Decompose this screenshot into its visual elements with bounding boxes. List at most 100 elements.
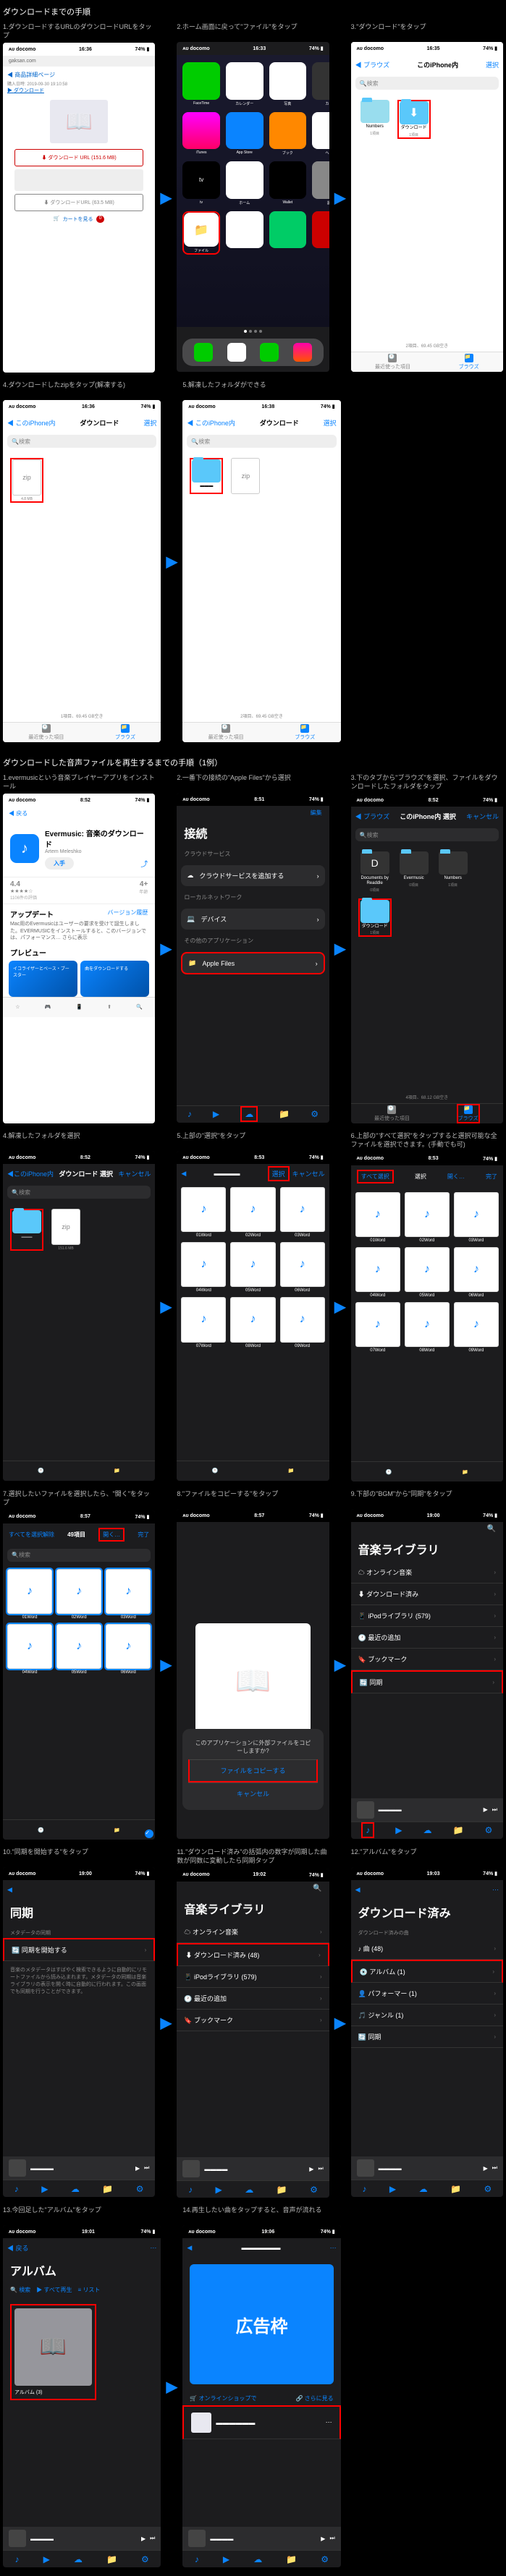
nav-back[interactable]: ◀このiPhone内 xyxy=(7,1169,54,1178)
online-shop[interactable]: 🛒 オンラインショップで xyxy=(190,2394,256,2402)
search-input[interactable]: 🔍 検索 xyxy=(355,828,499,841)
app-tv[interactable]: tvtv xyxy=(182,161,220,205)
folder-downloads[interactable]: ⬇ダウンロード1項目 xyxy=(397,100,431,139)
file-item[interactable]: ♪05Word xyxy=(405,1247,450,1298)
search-input[interactable]: 🔍 検索 xyxy=(355,77,499,90)
search-input[interactable]: 🔍 検索 xyxy=(7,435,156,448)
tb-connect[interactable]: ☁ xyxy=(240,1106,258,1122)
tab-recent[interactable]: 🕐最近使った項目 xyxy=(374,1105,410,1122)
nav-back[interactable]: ◀ xyxy=(7,1886,12,1894)
download-button-2[interactable]: ⬇ ダウンロードURL (63.5 MB) xyxy=(14,194,143,211)
tab[interactable]: ☁ xyxy=(74,2554,83,2564)
cart-link[interactable]: 🛒 カートを見る 0 xyxy=(7,216,151,223)
search-input[interactable]: 🔍 検索 xyxy=(187,435,336,448)
tab[interactable]: ⚙ xyxy=(136,2184,144,2194)
devices-item[interactable]: 💻デバイス› xyxy=(181,909,324,930)
more-icon[interactable]: ⋯ xyxy=(150,2244,156,2252)
tab-browse[interactable]: 📁 xyxy=(114,1827,120,1833)
app-generic[interactable] xyxy=(226,211,263,249)
nav-select[interactable]: 選択 xyxy=(268,1166,290,1181)
copy-button[interactable]: ファイルをコピーする xyxy=(188,1759,317,1782)
sync-item[interactable]: 🔄 同期› xyxy=(351,1670,503,1693)
nav-select[interactable]: 選択 xyxy=(324,418,337,428)
open-button[interactable]: 開く… xyxy=(447,1173,465,1181)
extracted-folder[interactable]: ▬▬▬ xyxy=(190,458,223,494)
done-button[interactable]: 完了 xyxy=(486,1173,497,1181)
tab[interactable]: ♪ xyxy=(362,2184,366,2194)
nav-back[interactable]: ◀ xyxy=(355,1886,360,1894)
folder-numbers[interactable]: Numbers1項目 xyxy=(437,851,470,892)
nav-back[interactable]: ◀ 戻る xyxy=(3,807,155,820)
tab[interactable]: 📁 xyxy=(106,2554,117,2564)
app-settings[interactable]: 設定 xyxy=(312,161,329,205)
app-calendar[interactable]: カレンダー xyxy=(226,62,263,106)
app-generic[interactable] xyxy=(312,211,329,249)
tab[interactable]: ▶ xyxy=(43,2554,50,2564)
file-item[interactable]: ♪06Word xyxy=(280,1242,325,1293)
file-item[interactable]: ♪03Word xyxy=(454,1192,499,1243)
tab[interactable]: ☁ xyxy=(71,2184,80,2194)
tab[interactable]: ☁ xyxy=(253,2554,262,2564)
downloaded[interactable]: ⬇ ダウンロード済み› xyxy=(351,1584,503,1605)
dock-music[interactable] xyxy=(293,343,312,362)
app-home[interactable]: ホーム xyxy=(226,161,263,205)
apple-files-item[interactable]: 📁Apple Files› xyxy=(181,952,324,974)
folder-downloads[interactable]: ダウンロード1項目 xyxy=(358,898,392,938)
nav-cancel[interactable]: キャンセル xyxy=(118,1169,151,1178)
ipod-library[interactable]: 📱 iPodライブラリ (579)› xyxy=(177,1966,329,1988)
file-item[interactable]: ♪04Word xyxy=(355,1247,400,1298)
sync-item[interactable]: 🔄 同期› xyxy=(351,2026,503,2048)
tab-cloud[interactable]: ☁ xyxy=(423,1825,432,1835)
home-screen[interactable]: FaceTime カレンダー 写真 カメラ iTunes App Store ブ… xyxy=(177,55,329,327)
tab-settings[interactable]: ⚙ xyxy=(485,1825,493,1835)
tab-browse[interactable]: 📁ブラウズ xyxy=(459,354,479,370)
search-icon[interactable]: 🔍 xyxy=(487,1525,496,1533)
nav-select[interactable]: 選択 xyxy=(486,60,499,69)
more-icon[interactable]: ⋯ xyxy=(492,1886,499,1894)
nav-cancel[interactable]: キャンセル xyxy=(466,812,499,821)
tab[interactable]: ▶ xyxy=(223,2554,229,2564)
file-item[interactable]: ♪02Word xyxy=(405,1192,450,1243)
tab[interactable]: ⬆ xyxy=(107,1004,111,1010)
app-photos[interactable]: 写真 xyxy=(269,62,307,106)
tab[interactable]: ☆ xyxy=(15,1004,20,1010)
mini-player[interactable]: ▬▬▬▬▶⏭ xyxy=(351,1798,503,1822)
file-item[interactable]: ♪02Word xyxy=(56,1569,101,1620)
app-health[interactable]: ヘルス xyxy=(312,112,329,156)
file-item[interactable]: ♪05Word xyxy=(230,1242,275,1293)
file-item[interactable]: ♪04Word xyxy=(7,1624,52,1675)
tb-icon[interactable]: 📁 xyxy=(279,1109,290,1119)
folder-evermusic[interactable]: Evermusic0項目 xyxy=(397,851,431,892)
search-icon[interactable]: 🔍 xyxy=(313,1884,321,1892)
tab[interactable]: ▶ xyxy=(389,2184,396,2194)
songs-item[interactable]: ♪ 曲 (48)› xyxy=(351,1938,503,1960)
mini-player[interactable]: ▬▬▬▬▶⏭ xyxy=(177,2157,329,2180)
nav-cancel[interactable]: キャンセル xyxy=(292,1169,325,1178)
edit-button[interactable]: 編集 xyxy=(311,809,322,817)
next-icon[interactable]: ⏭ xyxy=(492,1806,497,1814)
file-item[interactable]: ♪09Word xyxy=(454,1302,499,1353)
file-item[interactable]: ♪✓01Word xyxy=(7,1569,52,1620)
download-button-1[interactable]: ⬇ ダウンロード URL (151.6 MB) xyxy=(14,149,143,166)
file-item[interactable]: ♪03Word xyxy=(106,1569,151,1620)
tab[interactable]: ⚙ xyxy=(141,2554,149,2564)
nav-back[interactable]: ◀ このiPhone内 xyxy=(7,418,56,428)
tab[interactable]: ♪ xyxy=(14,2184,19,2194)
play-icon[interactable]: ▶ xyxy=(484,1806,488,1813)
tab[interactable]: 📁 xyxy=(450,2184,461,2194)
tab[interactable]: 📱 xyxy=(76,1004,83,1010)
more-icon[interactable]: ⋯ xyxy=(330,2244,337,2252)
tb-icon[interactable]: ⚙ xyxy=(311,1109,319,1119)
tab-browse[interactable]: 📁 xyxy=(288,1468,295,1474)
tab[interactable]: ♪ xyxy=(15,2554,20,2564)
tab-files[interactable]: 📁 xyxy=(453,1825,464,1835)
mini-player[interactable]: ▬▬▬▬▶⏭ xyxy=(351,2156,503,2180)
header-link[interactable]: ◀ 商品詳細ページ xyxy=(7,71,151,79)
deselect-all[interactable]: すべてを選択解除 xyxy=(9,1531,54,1539)
tab[interactable]: ⚙ xyxy=(310,2185,318,2195)
downloaded-count[interactable]: ⬇ ダウンロード済み (48)› xyxy=(177,1943,329,1966)
file-item[interactable]: ♪08Word xyxy=(405,1302,450,1353)
file-item[interactable]: ♪01Word xyxy=(355,1192,400,1243)
tab[interactable]: 📁 xyxy=(286,2554,297,2564)
tab[interactable]: ⚙ xyxy=(484,2184,492,2194)
